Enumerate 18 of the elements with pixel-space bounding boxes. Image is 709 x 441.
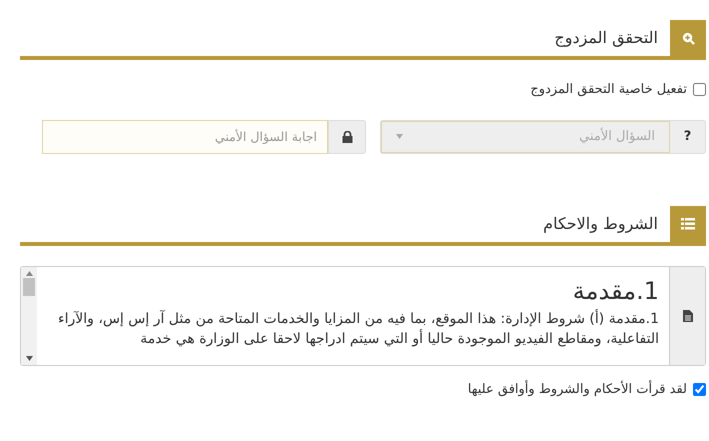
scroll-up-icon[interactable] <box>26 270 32 276</box>
checkbox-label: لقد قرأت الأحكام والشروط وأوافق عليها <box>468 380 687 398</box>
terms-heading: 1.مقدمة <box>572 276 659 306</box>
section-title: الشروط والاحكام <box>542 212 659 235</box>
select-placeholder: السؤال الأمني <box>579 126 655 146</box>
answer-field[interactable]: اجابة السؤال الأمني <box>42 120 328 154</box>
checkbox[interactable] <box>693 83 706 96</box>
caret-icon <box>396 134 403 139</box>
section-title: التحقق المزدوج <box>553 27 659 49</box>
checkbox[interactable] <box>693 382 706 396</box>
terms-paragraph: 1.مقدمة (أ) شروط الإدارة: هذا الموقع، بما فيه من المزايا والخدمات المتاحة من مثل آر إس إس، والآراء التفاعلية، ومقاطع الفيديو الموجودة حاليا أو التي سيتم ادراجها لاحقا على الوزارة هي خدمة <box>57 309 659 350</box>
checkbox-label: تفعيل خاصية التحقق المزدوج <box>530 81 687 99</box>
zoom-in-icon <box>682 32 694 44</box>
scroll-thumb[interactable] <box>23 278 35 296</box>
list-icon <box>681 218 695 230</box>
document-icon <box>682 310 692 322</box>
scroll-down-icon[interactable] <box>26 356 32 360</box>
lock-icon <box>342 130 352 142</box>
